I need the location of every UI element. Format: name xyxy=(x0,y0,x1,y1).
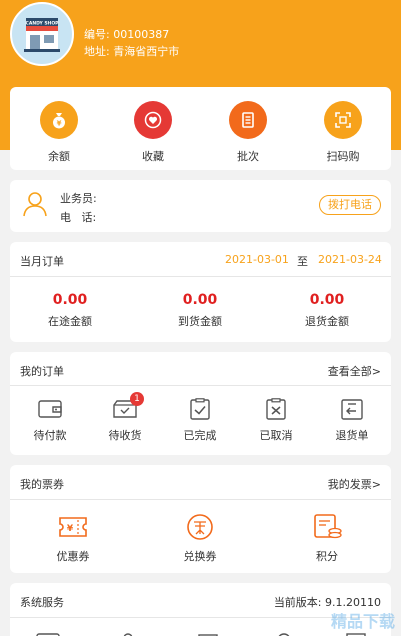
amount-label: 退货金额 xyxy=(305,315,349,328)
my-orders-card: 我的订单 查看全部> 待付款 1 待收货 已完成 已取消 退货单 xyxy=(10,352,391,455)
shop-code: 编号: 00100387 xyxy=(84,28,170,41)
svg-text:¥: ¥ xyxy=(57,120,62,128)
order-cancelled[interactable]: 已取消 xyxy=(241,398,311,443)
quick-scan-label: 扫码购 xyxy=(326,150,360,163)
service-icon[interactable] xyxy=(272,627,296,636)
points-icon xyxy=(314,514,342,539)
ticket-points[interactable]: 积分 xyxy=(282,513,372,564)
money-bag-icon: ¥ xyxy=(40,101,78,139)
tickets-title: 我的票券 xyxy=(20,478,64,491)
amount-label: 在途金额 xyxy=(48,315,92,328)
amount-arrived[interactable]: 0.00 到货金额 xyxy=(140,292,260,329)
amount-in-transit[interactable]: 0.00 在途金额 xyxy=(10,292,130,329)
salesman-label: 业务员: xyxy=(60,192,97,205)
order-label: 已完成 xyxy=(183,429,217,442)
divider xyxy=(10,385,391,386)
quick-scan[interactable]: 扫码购 xyxy=(303,101,383,164)
date-separator: 至 xyxy=(297,255,308,268)
order-label: 已取消 xyxy=(259,429,293,442)
quick-actions-card: ¥ 余额 收藏 批次 扫码购 xyxy=(10,87,391,170)
orders-title: 我的订单 xyxy=(20,365,64,378)
ticket-label: 优惠券 xyxy=(56,550,90,563)
heart-icon xyxy=(134,101,172,139)
amount-value: 0.00 xyxy=(52,292,88,308)
call-button[interactable]: 拨打电话 xyxy=(319,195,381,215)
order-completed[interactable]: 已完成 xyxy=(165,398,235,443)
quick-batch[interactable]: 批次 xyxy=(208,101,288,164)
divider xyxy=(10,499,391,500)
quick-favorites[interactable]: 收藏 xyxy=(113,101,193,164)
ticket-label: 兑换券 xyxy=(183,550,217,563)
phone-label: 电 话: xyxy=(60,211,97,224)
order-label: 退货单 xyxy=(335,429,369,442)
monthly-title: 当月订单 xyxy=(20,255,64,268)
quick-favorites-label: 收藏 xyxy=(142,150,164,163)
monthly-orders-card: 当月订单 2021-03-01 至 2021-03-24 0.00 在途金额 0… xyxy=(10,242,391,342)
clipboard-check-icon xyxy=(190,398,210,420)
amount-value: 0.00 xyxy=(182,292,218,308)
clipboard-x-icon xyxy=(266,398,286,420)
return-icon xyxy=(341,399,363,420)
ticket-exchange[interactable]: 兑换券 xyxy=(155,513,245,564)
amount-returned[interactable]: 0.00 退货金额 xyxy=(267,292,387,329)
service-icon[interactable] xyxy=(36,627,60,636)
end-date[interactable]: 2021-03-24 xyxy=(318,253,382,266)
salesman-card: 业务员: 电 话: 拨打电话 xyxy=(10,180,391,232)
site-watermark: 精品下载 xyxy=(330,612,395,631)
document-icon xyxy=(229,101,267,139)
start-date[interactable]: 2021-03-01 xyxy=(225,253,289,266)
shop-icon: CANDY SHOP xyxy=(24,18,60,52)
ticket-label: 积分 xyxy=(316,550,338,563)
divider xyxy=(10,276,391,277)
shop-address: 地址: 青海省西宁市 xyxy=(84,45,180,58)
order-label: 待付款 xyxy=(33,429,67,442)
quick-balance[interactable]: ¥ 余额 xyxy=(19,101,99,164)
order-returns[interactable]: 退货单 xyxy=(317,398,387,443)
person-icon xyxy=(22,190,48,222)
system-title: 系统服务 xyxy=(20,596,64,609)
order-label: 待收货 xyxy=(108,429,142,442)
svg-text:¥: ¥ xyxy=(67,524,74,534)
wallet-icon xyxy=(38,400,62,418)
svg-text:CANDY SHOP: CANDY SHOP xyxy=(26,21,60,27)
order-pending-payment[interactable]: 待付款 xyxy=(15,398,85,443)
order-count-badge: 1 xyxy=(130,392,144,406)
my-tickets-card: 我的票券 我的发票> ¥ 优惠券 兑换券 积分 xyxy=(10,465,391,573)
shop-avatar[interactable]: CANDY SHOP xyxy=(10,2,74,66)
amount-label: 到货金额 xyxy=(178,315,222,328)
service-icon[interactable] xyxy=(116,627,140,636)
coupon-icon: ¥ xyxy=(59,517,87,537)
quick-batch-label: 批次 xyxy=(237,150,259,163)
amount-value: 0.00 xyxy=(309,292,345,308)
view-all-orders-link[interactable]: 查看全部> xyxy=(328,363,381,379)
service-icon[interactable] xyxy=(196,627,220,636)
scan-icon xyxy=(324,101,362,139)
quick-balance-label: 余额 xyxy=(48,150,70,163)
order-pending-receipt[interactable]: 1 待收货 xyxy=(90,392,160,443)
my-invoices-link[interactable]: 我的发票> xyxy=(328,476,381,492)
exchange-icon xyxy=(187,514,213,540)
ticket-coupon[interactable]: ¥ 优惠券 xyxy=(28,513,118,564)
